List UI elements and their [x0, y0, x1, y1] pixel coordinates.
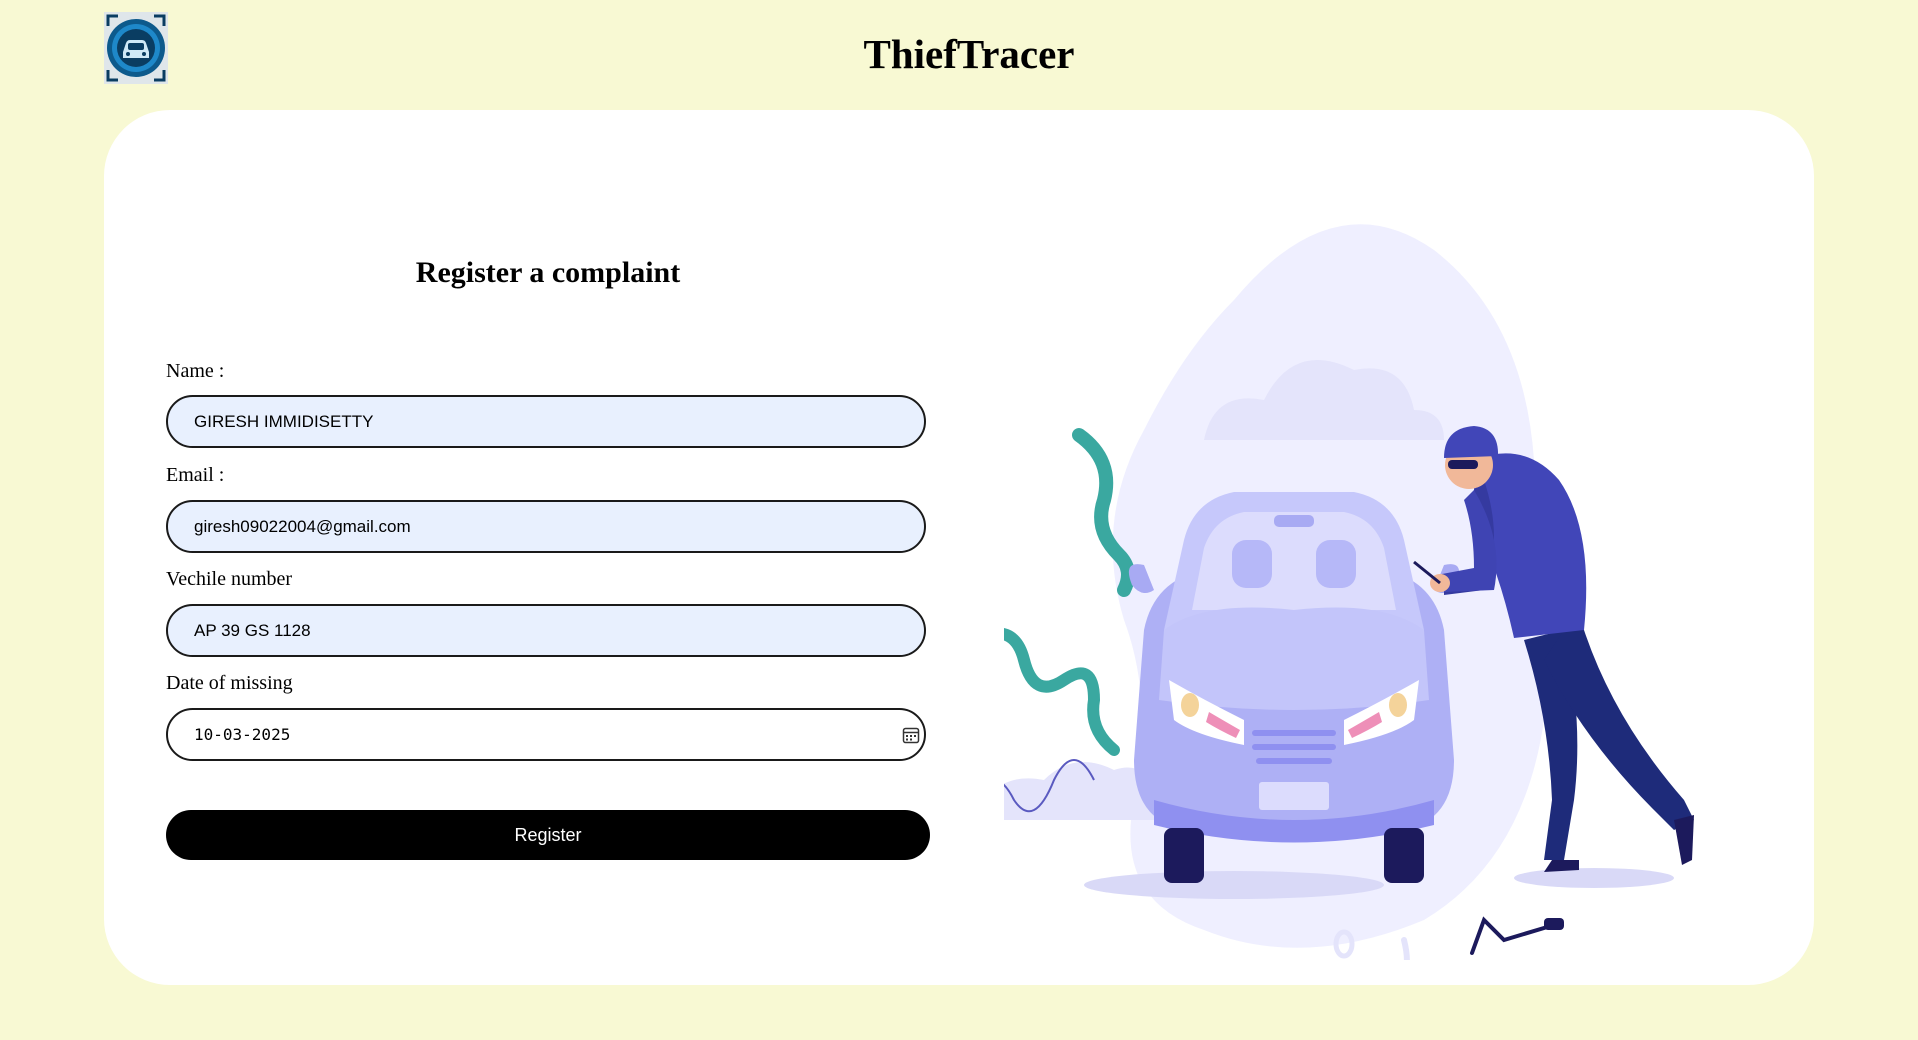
name-label: Name : — [166, 360, 225, 382]
vehicle-number-input[interactable] — [166, 604, 926, 657]
name-input[interactable] — [166, 395, 926, 448]
date-of-missing-input[interactable]: 10-03-2025 — [166, 708, 926, 761]
date-value: 10-03-2025 — [194, 725, 291, 744]
form-heading: Register a complaint — [415, 256, 681, 289]
email-label: Email : — [166, 464, 225, 486]
register-button[interactable]: Register — [166, 810, 930, 860]
calendar-icon[interactable] — [902, 726, 920, 744]
thief-breaking-into-car-illustration — [1004, 224, 1694, 960]
vehicle-number-label: Vechile number — [166, 568, 293, 590]
app-title: ThiefTracer — [863, 31, 1075, 77]
email-input[interactable] — [166, 500, 926, 553]
complaint-card: Register a complaint Name : Email : Vech… — [104, 110, 1814, 985]
date-of-missing-label: Date of missing — [166, 672, 293, 694]
